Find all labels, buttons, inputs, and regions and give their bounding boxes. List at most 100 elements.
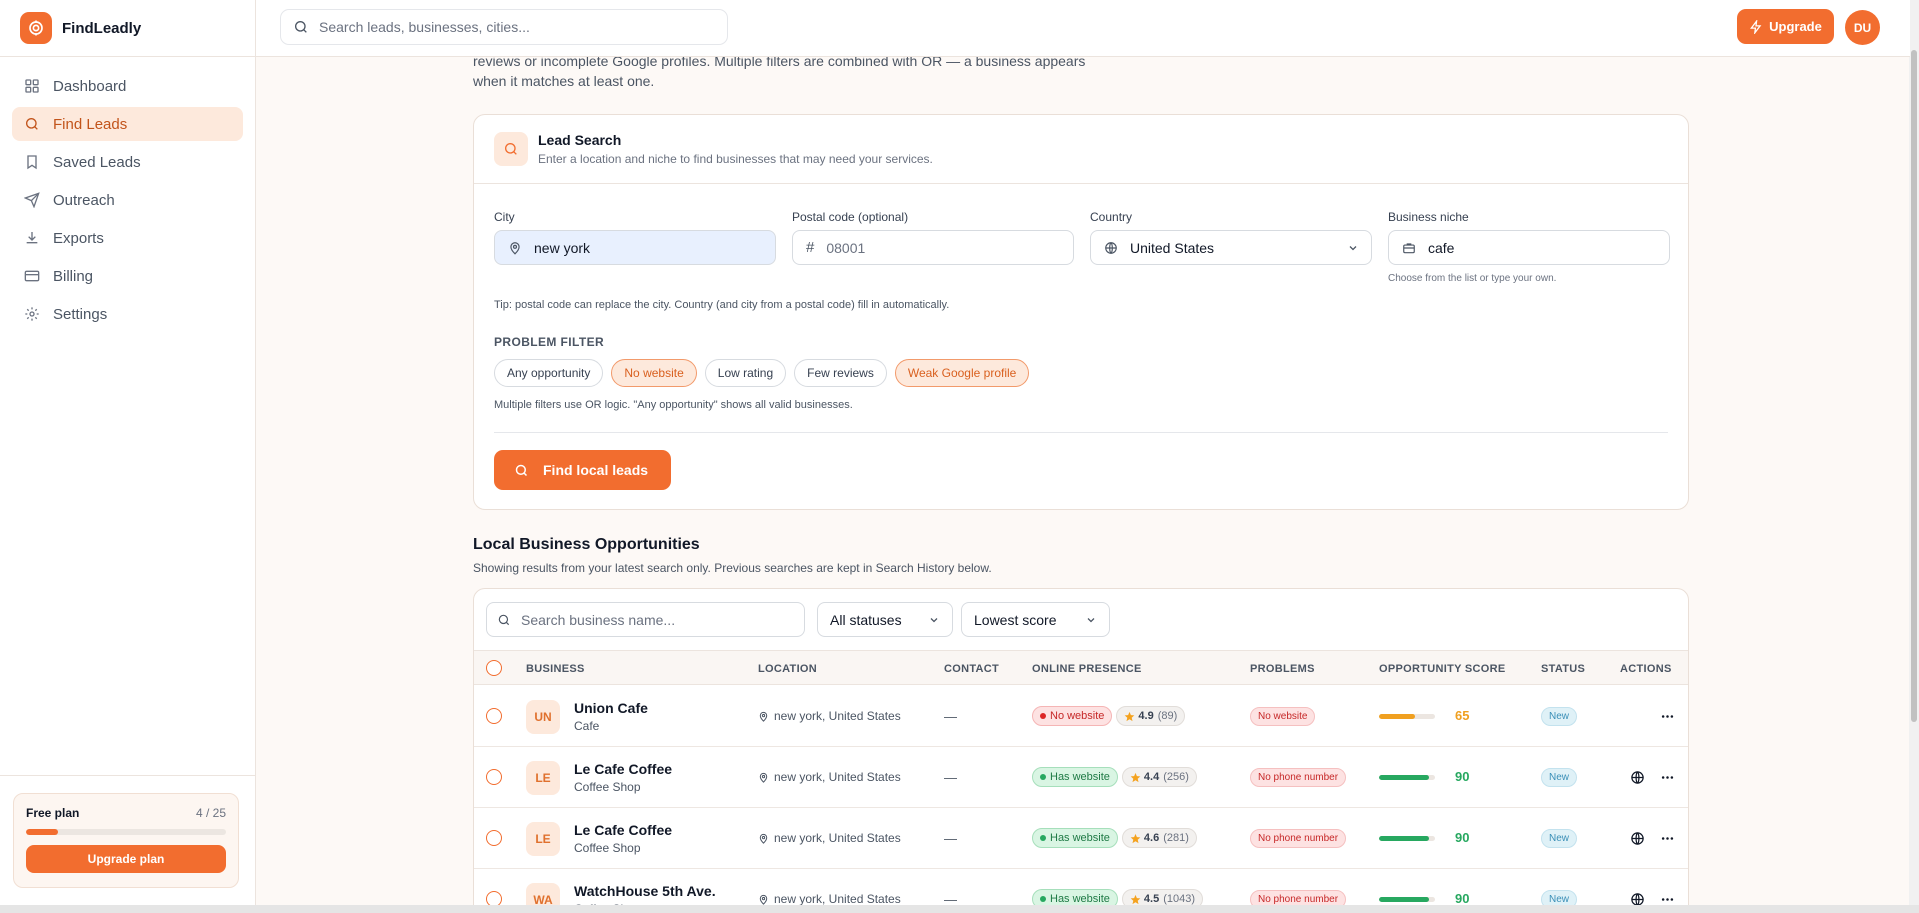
status-dot: [1040, 774, 1046, 780]
sidebar-item-exports[interactable]: Exports: [12, 221, 243, 255]
col-opportunity-score: OPPORTUNITY SCORE: [1379, 663, 1506, 675]
business-location: new york, United States: [758, 831, 901, 845]
more-horizontal-icon[interactable]: [1660, 709, 1675, 724]
status-badge[interactable]: New: [1541, 829, 1578, 848]
chip-no-website[interactable]: No website: [611, 359, 697, 387]
dashboard-icon: [25, 79, 39, 93]
review-count: (89): [1157, 710, 1178, 722]
location-text: new york, United States: [774, 831, 901, 845]
rating-value: 4.6: [1143, 832, 1160, 844]
sidebar-item-label: Exports: [53, 229, 104, 247]
sidebar-item-label: Find Leads: [53, 115, 128, 133]
global-search-input[interactable]: [319, 19, 699, 35]
sidebar-nav: Dashboard Find Leads Saved Leads Outreac…: [0, 57, 255, 347]
chip-any-opportunity[interactable]: Any opportunity: [494, 359, 604, 387]
globe-icon: [1105, 241, 1117, 254]
review-count: (1043): [1163, 893, 1196, 905]
table-row[interactable]: UN Union Cafe Cafe new york, United Stat…: [474, 686, 1688, 747]
upgrade-button[interactable]: Upgrade: [1737, 9, 1834, 44]
find-button-label: Find local leads: [543, 462, 649, 478]
sort-select[interactable]: Lowest score: [961, 602, 1110, 637]
status-dot: [1040, 713, 1046, 719]
sidebar-item-find-leads[interactable]: Find Leads: [12, 107, 243, 141]
plan-usage-bar: [26, 829, 226, 835]
country-value: United States: [1130, 239, 1215, 256]
chip-few-reviews[interactable]: Few reviews: [794, 359, 887, 387]
global-search[interactable]: [280, 9, 728, 45]
location-text: new york, United States: [774, 770, 901, 784]
score-fill: [1379, 775, 1430, 780]
horizontal-scrollbar[interactable]: [0, 905, 1919, 913]
sidebar-item-settings[interactable]: Settings: [12, 297, 243, 331]
globe-icon[interactable]: [1630, 831, 1645, 846]
business-contact: —: [944, 709, 957, 724]
row-checkbox[interactable]: [486, 708, 502, 724]
send-icon: [24, 192, 40, 208]
score-value: 90: [1455, 769, 1470, 784]
select-all-checkbox[interactable]: [486, 660, 502, 676]
more-horizontal-icon[interactable]: [1660, 831, 1675, 846]
more-horizontal-icon[interactable]: [1660, 770, 1675, 785]
business-name[interactable]: Union Cafe: [574, 700, 648, 716]
country-select[interactable]: United States: [1090, 230, 1372, 265]
business-location: new york, United States: [758, 892, 901, 906]
score-bar: [1379, 714, 1435, 719]
find-local-leads-button[interactable]: Find local leads: [494, 450, 671, 490]
credit-card-icon: [24, 270, 40, 282]
score-fill: [1379, 714, 1416, 719]
briefcase-icon: [1403, 242, 1415, 253]
vertical-scrollbar[interactable]: [1909, 0, 1919, 905]
status-badge[interactable]: New: [1541, 707, 1578, 726]
table-row[interactable]: LE Le Cafe Coffee Coffee Shop new york, …: [474, 747, 1688, 808]
niche-field: Business niche cafe Choose from the list…: [1388, 210, 1670, 284]
sort-value: Lowest score: [974, 611, 1057, 628]
scrollbar-thumb[interactable]: [1911, 50, 1917, 722]
table-filters: All statuses Lowest score: [486, 602, 1110, 637]
postal-input[interactable]: # 08001: [792, 230, 1074, 265]
sidebar-item-label: Saved Leads: [53, 153, 141, 171]
business-name[interactable]: WatchHouse 5th Ave.: [574, 883, 716, 899]
upgrade-plan-button[interactable]: Upgrade plan: [26, 845, 226, 873]
business-name[interactable]: Le Cafe Coffee: [574, 822, 672, 838]
intro-line: when it matches at least one.: [473, 73, 655, 89]
search-icon: [494, 132, 528, 166]
hash-icon: #: [806, 239, 815, 256]
row-checkbox[interactable]: [486, 769, 502, 785]
user-avatar[interactable]: DU: [1845, 10, 1880, 45]
rating-badge: 4.9 (89): [1116, 706, 1186, 726]
status-filter-select[interactable]: All statuses: [817, 602, 953, 637]
review-count: (281): [1163, 832, 1189, 844]
plan-usage-count: 4 / 25: [195, 806, 226, 820]
problem-badge: No phone number: [1250, 829, 1347, 848]
chip-low-rating[interactable]: Low rating: [704, 359, 787, 387]
business-search[interactable]: [486, 602, 805, 637]
col-contact: CONTACT: [944, 663, 1000, 675]
business-search-input[interactable]: [521, 611, 791, 628]
status-dot: [1040, 835, 1046, 841]
results-subtitle: Showing results from your latest search …: [473, 561, 992, 575]
chip-weak-google-profile[interactable]: Weak Google profile: [894, 359, 1030, 387]
status-dot: [1040, 896, 1046, 902]
website-badge-label: Has website: [1050, 771, 1110, 783]
country-label: Country: [1090, 210, 1133, 224]
niche-input[interactable]: cafe: [1388, 230, 1670, 265]
sidebar-item-dashboard[interactable]: Dashboard: [12, 69, 243, 103]
business-category: Coffee Shop: [574, 780, 641, 794]
col-actions: ACTIONS: [1620, 663, 1672, 675]
map-pin-icon: [510, 241, 520, 255]
business-name[interactable]: Le Cafe Coffee: [574, 761, 672, 777]
app-name: FindLeadly: [62, 19, 142, 37]
globe-icon[interactable]: [1630, 770, 1645, 785]
sidebar-item-outreach[interactable]: Outreach: [12, 183, 243, 217]
sidebar-item-billing[interactable]: Billing: [12, 259, 243, 293]
status-badge[interactable]: New: [1541, 768, 1578, 787]
brand[interactable]: FindLeadly: [0, 0, 255, 57]
website-badge: Has website: [1032, 828, 1118, 848]
sidebar: FindLeadly Dashboard Find Leads Saved Le…: [0, 0, 256, 905]
location-text: new york, United States: [774, 892, 901, 906]
page-intro: reviews or incomplete Google profiles. M…: [473, 51, 1173, 91]
table-row[interactable]: LE Le Cafe Coffee Coffee Shop new york, …: [474, 808, 1688, 869]
sidebar-item-saved-leads[interactable]: Saved Leads: [12, 145, 243, 179]
city-input[interactable]: new york: [494, 230, 776, 265]
row-checkbox[interactable]: [486, 830, 502, 846]
